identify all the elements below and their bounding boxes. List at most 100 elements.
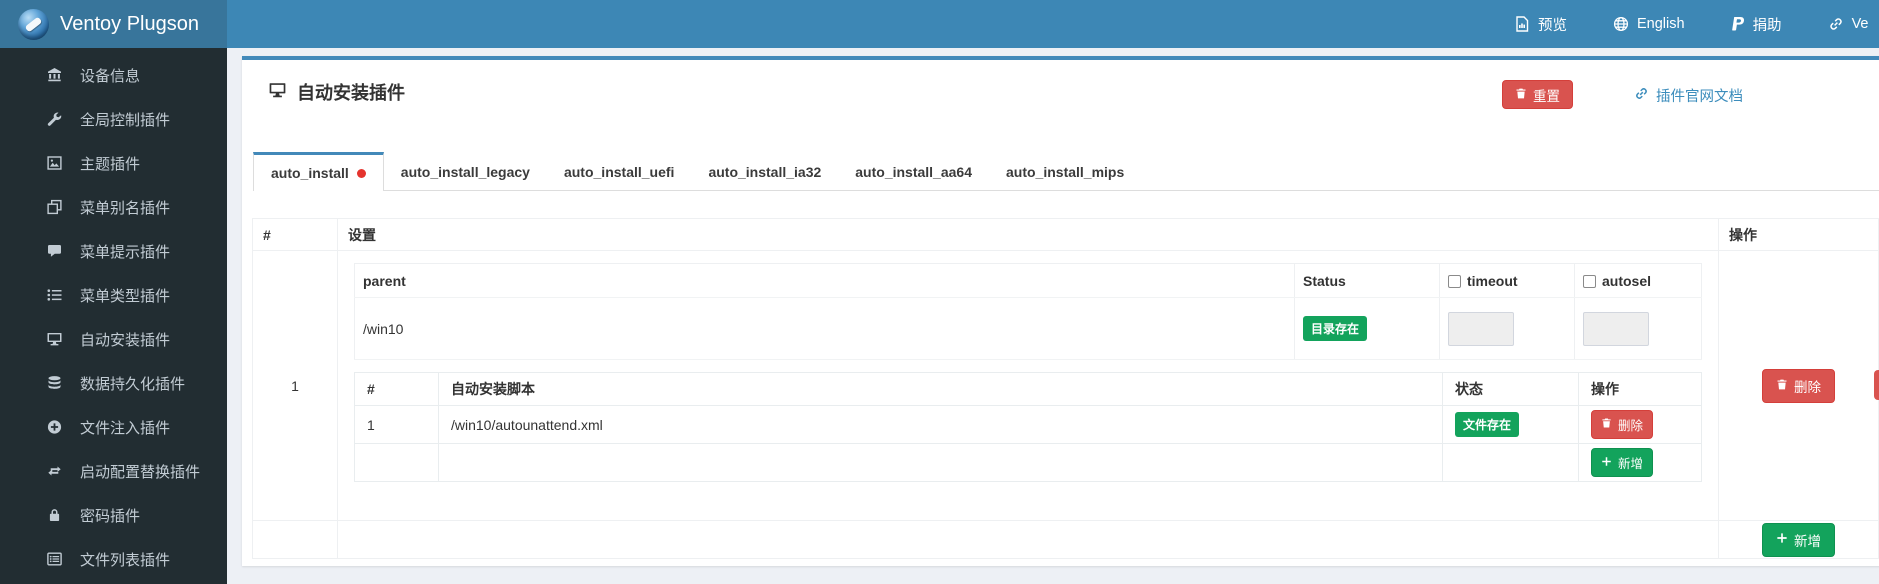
parent-label: parent (354, 263, 1295, 298)
list-alt-icon (46, 551, 63, 567)
page-title: 自动安装插件 (268, 79, 405, 105)
sidebar-item-label: 菜单类型插件 (80, 287, 171, 305)
autosel-header: autosel (1574, 263, 1702, 298)
status-badge: 目录存在 (1303, 316, 1368, 341)
tab-label: auto_install (271, 165, 349, 181)
desktop-icon (46, 331, 63, 347)
file-status-badge: 文件存在 (1455, 412, 1520, 437)
col-header-settings: 设置 (337, 218, 1719, 251)
navbar-item-preview[interactable]: 预览 (1514, 14, 1567, 35)
cutoff-delete-button[interactable] (1874, 370, 1879, 400)
reset-button-label: 重置 (1533, 88, 1560, 104)
list-icon (46, 287, 63, 303)
tab-label: auto_install_uefi (563, 163, 675, 180)
sidebar-item-label: 文件列表插件 (80, 551, 171, 569)
sidebar-item-menu-class[interactable]: 菜单类型插件 (0, 273, 227, 317)
navbar-item-label: 捐助 (1752, 17, 1782, 34)
timeout-label: timeout (1467, 272, 1518, 289)
clone-icon (46, 199, 63, 215)
timeout-checkbox[interactable] (1448, 274, 1461, 288)
add-row-label: 新增 (1794, 533, 1821, 549)
autosel-label: autosel (1602, 272, 1652, 289)
tab-bar: auto_install auto_install_legacy auto_in… (253, 152, 1879, 191)
ventoy-logo-icon (18, 8, 49, 40)
autosel-checkbox[interactable] (1583, 274, 1596, 288)
delete-script-button[interactable]: 删除 (1591, 410, 1654, 439)
script-col-operation: 操作 (1578, 372, 1702, 406)
script-row-index: 1 (354, 405, 439, 444)
plugin-add-row: 新增 (252, 520, 1879, 559)
navbar-menu: 预览 English 捐助 Ve (1514, 0, 1879, 48)
lock-icon (46, 507, 63, 523)
sidebar-item-boot-conf-replace[interactable]: 启动配置替换插件 (0, 449, 227, 493)
sidebar-item-label: 主题插件 (80, 155, 141, 173)
bank-icon (46, 67, 63, 83)
sidebar-item-menu-tip[interactable]: 菜单提示插件 (0, 229, 227, 273)
modified-dot-icon (356, 168, 366, 178)
page-title-text: 自动安装插件 (297, 83, 405, 103)
script-col-status: 状态 (1442, 372, 1579, 406)
navbar-item-label: Ve (1851, 16, 1869, 32)
sidebar-item-theme[interactable]: 主题插件 (0, 141, 227, 185)
row-index: 1 (252, 250, 338, 521)
sidebar-item-device-info[interactable]: 设备信息 (0, 53, 227, 97)
sidebar-item-auto-install[interactable]: 自动安装插件 (0, 317, 227, 361)
paypal-icon (1731, 16, 1745, 32)
sidebar-item-label: 数据持久化插件 (80, 375, 186, 393)
trash-icon (1515, 87, 1527, 103)
comment-icon (46, 243, 63, 259)
sidebar-item-file-list[interactable]: 文件列表插件 (0, 537, 227, 581)
plugin-row: 1 parent Status timeout autosel /win10 目… (252, 250, 1879, 521)
add-script-label: 新增 (1618, 457, 1644, 471)
tab-auto-install[interactable]: auto_install (253, 152, 384, 191)
link-icon (1634, 86, 1649, 105)
parent-path: /win10 (354, 297, 1295, 360)
plus-icon (1776, 532, 1788, 547)
timeout-header: timeout (1439, 263, 1575, 298)
link-icon (1828, 16, 1844, 32)
navbar-item-language[interactable]: English (1613, 16, 1685, 32)
script-col-index: # (354, 372, 439, 406)
database-icon (46, 375, 63, 391)
delete-row-label: 删除 (1794, 379, 1821, 395)
tab-auto-install-uefi[interactable]: auto_install_uefi (547, 153, 691, 190)
tab-label: auto_install_ia32 (708, 163, 822, 180)
language-icon (1613, 16, 1629, 32)
sidebar-item-label: 设备信息 (80, 67, 141, 85)
tab-auto-install-legacy[interactable]: auto_install_legacy (384, 153, 547, 190)
sidebar-item-file-injection[interactable]: 文件注入插件 (0, 405, 227, 449)
timeout-input[interactable] (1448, 311, 1514, 346)
tab-auto-install-ia32[interactable]: auto_install_ia32 (691, 153, 838, 190)
delete-row-button[interactable]: 删除 (1762, 368, 1835, 403)
sidebar-item-password[interactable]: 密码插件 (0, 493, 227, 537)
script-row: 1 /win10/autounattend.xml 文件存在 删除 (354, 405, 1702, 444)
sidebar-item-global-control[interactable]: 全局控制插件 (0, 97, 227, 141)
sidebar-item-menu-alias[interactable]: 菜单别名插件 (0, 185, 227, 229)
plugin-table: # 设置 操作 1 parent Status timeout autosel (252, 218, 1879, 559)
plus-icon (1601, 456, 1612, 470)
settings-cell: parent Status timeout autosel /win10 目录存… (337, 250, 1719, 521)
tab-label: auto_install_legacy (400, 163, 530, 180)
sidebar-item-persistence[interactable]: 数据持久化插件 (0, 361, 227, 405)
col-header-index: # (252, 218, 338, 251)
content-area: 自动安装插件 重置 插件官网文档 auto_install auto_insta… (227, 48, 1879, 584)
sidebar: 设备信息 全局控制插件 主题插件 菜单别名插件 菜单提示插件 菜单类型插件 自动… (0, 48, 227, 584)
add-row-button[interactable]: 新增 (1762, 522, 1835, 557)
preview-icon (1514, 16, 1530, 32)
brand[interactable]: Ventoy Plugson (0, 0, 227, 48)
navbar-item-ventoy-site[interactable]: Ve (1828, 16, 1869, 32)
tab-auto-install-mips[interactable]: auto_install_mips (989, 153, 1141, 190)
desktop-icon (268, 81, 287, 104)
exchange-icon (46, 463, 63, 479)
autosel-input[interactable] (1583, 311, 1649, 346)
navbar-item-label: English (1637, 16, 1685, 32)
add-script-button[interactable]: 新增 (1591, 448, 1654, 477)
plugin-doc-link-label: 插件官网文档 (1656, 89, 1743, 105)
navbar-item-donate[interactable]: 捐助 (1731, 14, 1782, 35)
brand-title: Ventoy Plugson (60, 12, 199, 35)
parent-table: parent Status timeout autosel /win10 目录存… (354, 263, 1702, 360)
trash-icon (1776, 378, 1788, 394)
reset-button[interactable]: 重置 (1502, 80, 1573, 109)
plugin-doc-link[interactable]: 插件官网文档 (1634, 85, 1743, 106)
tab-auto-install-aa64[interactable]: auto_install_aa64 (838, 153, 989, 190)
